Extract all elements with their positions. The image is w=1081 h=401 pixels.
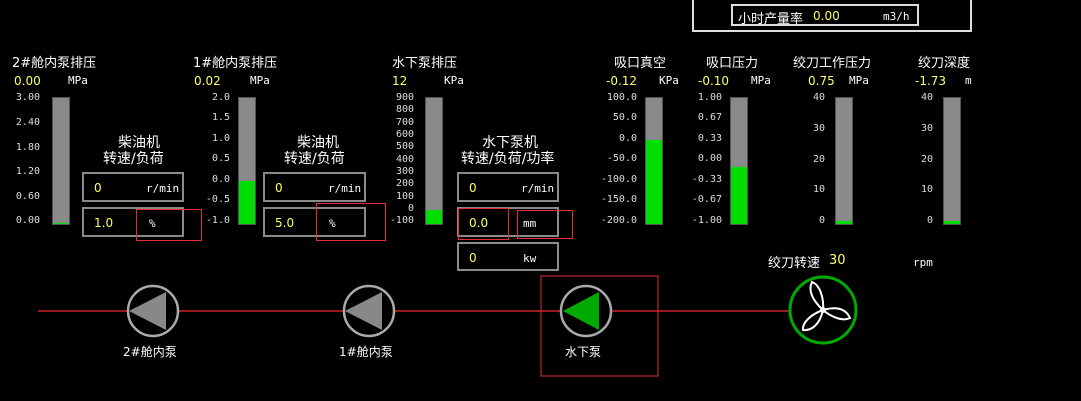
pump-2-label: 2#舱内泵 — [123, 345, 177, 359]
underwater-pump-label: 水下泵 — [565, 345, 602, 359]
underwater-pump-icon[interactable] — [559, 284, 613, 338]
pump-1-icon[interactable] — [342, 284, 396, 338]
pump-1-label: 1#舱内泵 — [339, 345, 393, 359]
pipeline-diagram — [38, 275, 858, 377]
pump-2-icon[interactable] — [126, 284, 180, 338]
cutter-icon[interactable] — [788, 275, 858, 345]
